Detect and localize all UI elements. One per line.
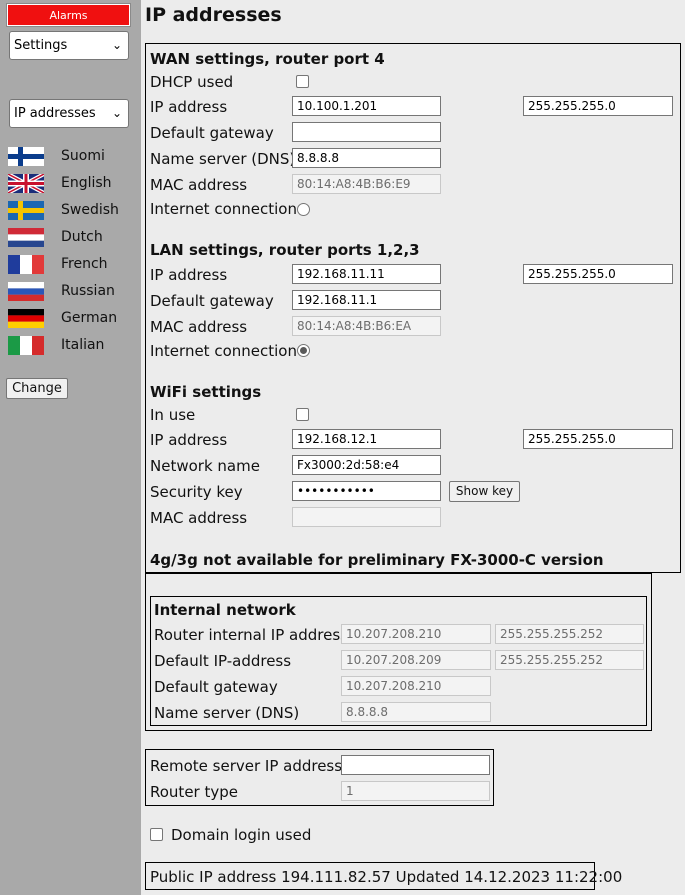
- remote-server-input[interactable]: [341, 755, 490, 775]
- language-label: French: [61, 256, 108, 272]
- internal-dns-label: Name server (DNS): [154, 704, 300, 722]
- language-label: English: [61, 175, 112, 191]
- internal-gateway-label: Default gateway: [154, 678, 278, 696]
- wan-mask-input[interactable]: 255.255.255.0: [523, 96, 673, 116]
- router-type-label: Router type: [150, 783, 238, 801]
- internal-gateway-field: 10.207.208.210: [341, 676, 491, 696]
- language-label: Suomi: [61, 148, 105, 164]
- wan-dns-label: Name server (DNS): [150, 150, 296, 168]
- uk-flag-icon: [8, 174, 44, 193]
- lan-internet-radio[interactable]: [297, 344, 310, 357]
- wan-mac-label: MAC address: [150, 176, 248, 194]
- router-internal-ip-field: 10.207.208.210: [341, 624, 491, 644]
- language-label: Swedish: [61, 202, 119, 218]
- lan-section-title: LAN settings, router ports 1,2,3: [150, 241, 420, 259]
- lan-ip-input[interactable]: 192.168.11.11: [292, 264, 441, 284]
- france-flag-icon: [8, 255, 44, 274]
- netherlands-flag-icon: [8, 228, 44, 247]
- italy-flag-icon: [8, 336, 44, 355]
- page-select[interactable]: IP addresses ⌄: [9, 99, 129, 128]
- alarms-button[interactable]: Alarms: [7, 4, 130, 26]
- wan-section-title: WAN settings, router port 4: [150, 50, 385, 68]
- lan-mac-label: MAC address: [150, 318, 248, 336]
- wifi-key-label: Security key: [150, 483, 243, 501]
- language-item-dutch[interactable]: Dutch: [8, 226, 128, 248]
- language-item-suomi[interactable]: Suomi: [8, 145, 128, 167]
- chevron-down-icon: ⌄: [111, 106, 122, 120]
- wifi-section-title: WiFi settings: [150, 383, 262, 401]
- wan-mac-field: 80:14:A8:4B:B6:E9: [292, 174, 441, 194]
- sidebar: Alarms Settings ⌄ IP addresses ⌄ Suomi E…: [0, 0, 141, 895]
- menu-select-value: Settings: [14, 38, 68, 53]
- lan-internet-label: Internet connection: [150, 342, 297, 360]
- lan-mac-field: 80:14:A8:4B:B6:EA: [292, 316, 441, 336]
- language-item-italian[interactable]: Italian: [8, 334, 128, 356]
- wifi-name-input[interactable]: Fx3000:2d:58:e4: [292, 455, 441, 475]
- wan-ip-input[interactable]: 10.100.1.201: [292, 96, 441, 116]
- wan-dns-input[interactable]: 8.8.8.8: [292, 148, 441, 168]
- lan-mask-input[interactable]: 255.255.255.0: [523, 264, 673, 284]
- wifi-key-input[interactable]: •••••••••••: [292, 481, 441, 501]
- dhcp-label: DHCP used: [150, 73, 234, 91]
- wan-ip-label: IP address: [150, 98, 228, 116]
- wan-gateway-input[interactable]: [292, 122, 441, 142]
- router-internal-mask-field: 255.255.255.252: [495, 624, 644, 644]
- internal-section-title: Internal network: [154, 601, 296, 619]
- wan-internet-radio[interactable]: [297, 203, 310, 216]
- change-button[interactable]: Change: [6, 378, 68, 399]
- wifi-ip-label: IP address: [150, 431, 228, 449]
- language-label: German: [61, 310, 118, 326]
- menu-select[interactable]: Settings ⌄: [9, 31, 129, 60]
- wifi-inuse-checkbox[interactable]: [296, 408, 309, 421]
- page-select-value: IP addresses: [14, 106, 96, 121]
- wifi-mac-label: MAC address: [150, 509, 248, 527]
- language-item-german[interactable]: German: [8, 307, 128, 329]
- finland-flag-icon: [8, 147, 44, 166]
- show-key-button[interactable]: Show key: [449, 481, 520, 502]
- chevron-down-icon: ⌄: [111, 38, 122, 52]
- lan-gateway-label: Default gateway: [150, 292, 274, 310]
- wan-gateway-label: Default gateway: [150, 124, 274, 142]
- main-content: IP addresses WAN settings, router port 4…: [141, 0, 685, 895]
- language-item-french[interactable]: French: [8, 253, 128, 275]
- language-label: Italian: [61, 337, 105, 353]
- cellular-note: 4g/3g not available for preliminary FX-3…: [150, 551, 604, 569]
- lan-ip-label: IP address: [150, 266, 228, 284]
- russia-flag-icon: [8, 282, 44, 301]
- wifi-inuse-label: In use: [150, 406, 196, 424]
- router-internal-ip-label: Router internal IP address: [154, 626, 348, 644]
- wan-internet-label: Internet connection: [150, 200, 297, 218]
- public-ip-status: Public IP address 194.111.82.57 Updated …: [150, 868, 623, 886]
- language-item-english[interactable]: English: [8, 172, 128, 194]
- language-item-russian[interactable]: Russian: [8, 280, 128, 302]
- default-ip-label: Default IP-address: [154, 652, 292, 670]
- domain-login-label: Domain login used: [171, 826, 312, 844]
- page-title: IP addresses: [145, 4, 282, 26]
- wifi-name-label: Network name: [150, 457, 260, 475]
- language-label: Dutch: [61, 229, 103, 245]
- lan-gateway-input[interactable]: 192.168.11.1: [292, 290, 441, 310]
- germany-flag-icon: [8, 309, 44, 328]
- language-label: Russian: [61, 283, 115, 299]
- wifi-mask-input[interactable]: 255.255.255.0: [523, 429, 673, 449]
- language-item-swedish[interactable]: Swedish: [8, 199, 128, 221]
- internal-dns-field: 8.8.8.8: [341, 702, 491, 722]
- remote-server-label: Remote server IP address:: [150, 757, 348, 775]
- dhcp-checkbox[interactable]: [296, 75, 309, 88]
- sweden-flag-icon: [8, 201, 44, 220]
- default-ip-field: 10.207.208.209: [341, 650, 491, 670]
- domain-login-checkbox[interactable]: [150, 828, 163, 841]
- default-mask-field: 255.255.255.252: [495, 650, 644, 670]
- wifi-ip-input[interactable]: 192.168.12.1: [292, 429, 441, 449]
- wifi-mac-field: [292, 507, 441, 527]
- router-type-field: 1: [341, 781, 490, 801]
